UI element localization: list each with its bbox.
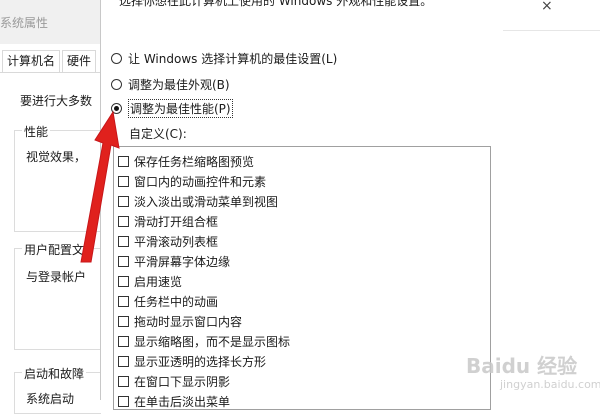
checkbox[interactable] xyxy=(118,195,129,207)
list-item-label: 平滑滚动列表框 xyxy=(134,234,219,249)
system-properties-title: 系统属性 xyxy=(0,16,49,30)
checkbox[interactable] xyxy=(118,295,129,307)
performance-group-label: 性能 xyxy=(22,123,51,140)
list-item-label: 滑动打开组合框 xyxy=(134,214,219,229)
checkbox[interactable] xyxy=(118,175,129,187)
list-item-label: 在窗口下显示阴影 xyxy=(134,374,231,389)
checkbox[interactable] xyxy=(118,335,129,347)
list-item[interactable]: 在窗口下显示阴影 xyxy=(118,371,230,391)
tab-hardware[interactable]: 硬件 xyxy=(62,50,97,72)
custom-label: 自定义(C): xyxy=(129,127,187,141)
radio-button[interactable] xyxy=(111,52,122,64)
list-item-label: 在单击后淡出菜单 xyxy=(134,394,231,409)
list-item[interactable]: 启用速览 xyxy=(118,271,182,291)
checkbox[interactable] xyxy=(118,315,129,327)
background-window-right: × xyxy=(503,0,600,400)
dialog-description: 选择你想在此计算机上使用的 Windows 外观和性能设置。 xyxy=(119,0,433,8)
visual-effects-list[interactable]: 保存任务栏缩略图预览 窗口内的动画控件和元素 淡入淡出或滑动菜单到视图 滑动打开… xyxy=(113,146,491,410)
list-item[interactable]: 显示亚透明的选择长方形 xyxy=(118,351,266,371)
list-item[interactable]: 平滑屏幕字体边缘 xyxy=(118,251,230,271)
performance-options-dialog: 选择你想在此计算机上使用的 Windows 外观和性能设置。 让 Windows… xyxy=(100,0,504,410)
radio-label: 调整为最佳性能(P) xyxy=(128,98,233,118)
baidu-watermark: Baidu 经验 xyxy=(466,354,578,378)
tab-computer-name[interactable]: 计算机名 xyxy=(2,50,61,72)
list-item-label: 平滑屏幕字体边缘 xyxy=(134,254,231,269)
list-item[interactable]: 滑动打开组合框 xyxy=(118,211,218,231)
checkbox[interactable] xyxy=(118,355,129,367)
system-properties-tabs: 计算机名 硬件 xyxy=(0,50,100,73)
list-item-label: 启用速览 xyxy=(134,274,183,289)
system-properties-titlebar: 系统属性 xyxy=(0,0,100,44)
radio-label: 让 Windows 选择计算机的最佳设置(L) xyxy=(128,51,338,66)
radio-button-selected[interactable] xyxy=(111,102,122,114)
checkbox[interactable] xyxy=(118,395,129,407)
checkbox[interactable] xyxy=(118,155,129,167)
list-item-label: 任务栏中的动画 xyxy=(134,294,219,309)
checkbox[interactable] xyxy=(118,375,129,387)
list-item-label: 淡入淡出或滑动菜单到视图 xyxy=(134,194,279,209)
user-profile-group-text: 与登录帐户 xyxy=(26,270,87,284)
list-item[interactable]: 显示缩略图，而不是显示图标 xyxy=(118,331,290,351)
checkbox[interactable] xyxy=(118,235,129,247)
radio-label: 调整为最佳外观(B) xyxy=(128,77,230,92)
close-icon[interactable]: × xyxy=(541,0,553,14)
list-item-label: 显示缩略图，而不是显示图标 xyxy=(134,334,291,349)
list-item[interactable]: 在单击后淡出菜单 xyxy=(118,391,231,409)
list-item[interactable]: 保存任务栏缩略图预览 xyxy=(118,151,254,171)
list-item-label: 拖动时显示窗口内容 xyxy=(134,314,243,329)
performance-group xyxy=(14,130,101,232)
radio-button[interactable] xyxy=(111,78,122,90)
radio-best-appearance[interactable]: 调整为最佳外观(B) xyxy=(111,74,230,94)
list-item[interactable]: 拖动时显示窗口内容 xyxy=(118,311,242,331)
list-item[interactable]: 任务栏中的动画 xyxy=(118,291,218,311)
checkbox[interactable] xyxy=(118,215,129,227)
radio-best-performance[interactable]: 调整为最佳性能(P) xyxy=(111,98,233,118)
checkbox[interactable] xyxy=(118,255,129,267)
system-properties-window: 系统属性 计算机名 硬件 要进行大多数 性能 视觉效果， 用户配置文 与登录帐户… xyxy=(0,0,101,414)
checkbox[interactable] xyxy=(118,275,129,287)
list-item-label: 保存任务栏缩略图预览 xyxy=(134,154,255,169)
baidu-watermark-url: jingyan.baidu.com xyxy=(500,378,600,391)
startup-group-text: 系统启动 xyxy=(26,392,75,406)
intro-text: 要进行大多数 xyxy=(20,94,93,108)
startup-group-label: 启动和故障 xyxy=(22,365,87,382)
user-profile-group-label: 用户配置文 xyxy=(22,241,87,258)
list-item[interactable]: 淡入淡出或滑动菜单到视图 xyxy=(118,191,278,211)
list-item-label: 显示亚透明的选择长方形 xyxy=(134,354,267,369)
list-item[interactable]: 窗口内的动画控件和元素 xyxy=(118,171,266,191)
list-item[interactable]: 平滑滚动列表框 xyxy=(118,231,218,251)
list-item-label: 窗口内的动画控件和元素 xyxy=(134,174,267,189)
radio-let-windows-choose[interactable]: 让 Windows 选择计算机的最佳设置(L) xyxy=(111,48,337,68)
user-profile-group xyxy=(14,248,101,350)
performance-group-text: 视觉效果， xyxy=(26,150,87,164)
divider xyxy=(503,30,600,31)
